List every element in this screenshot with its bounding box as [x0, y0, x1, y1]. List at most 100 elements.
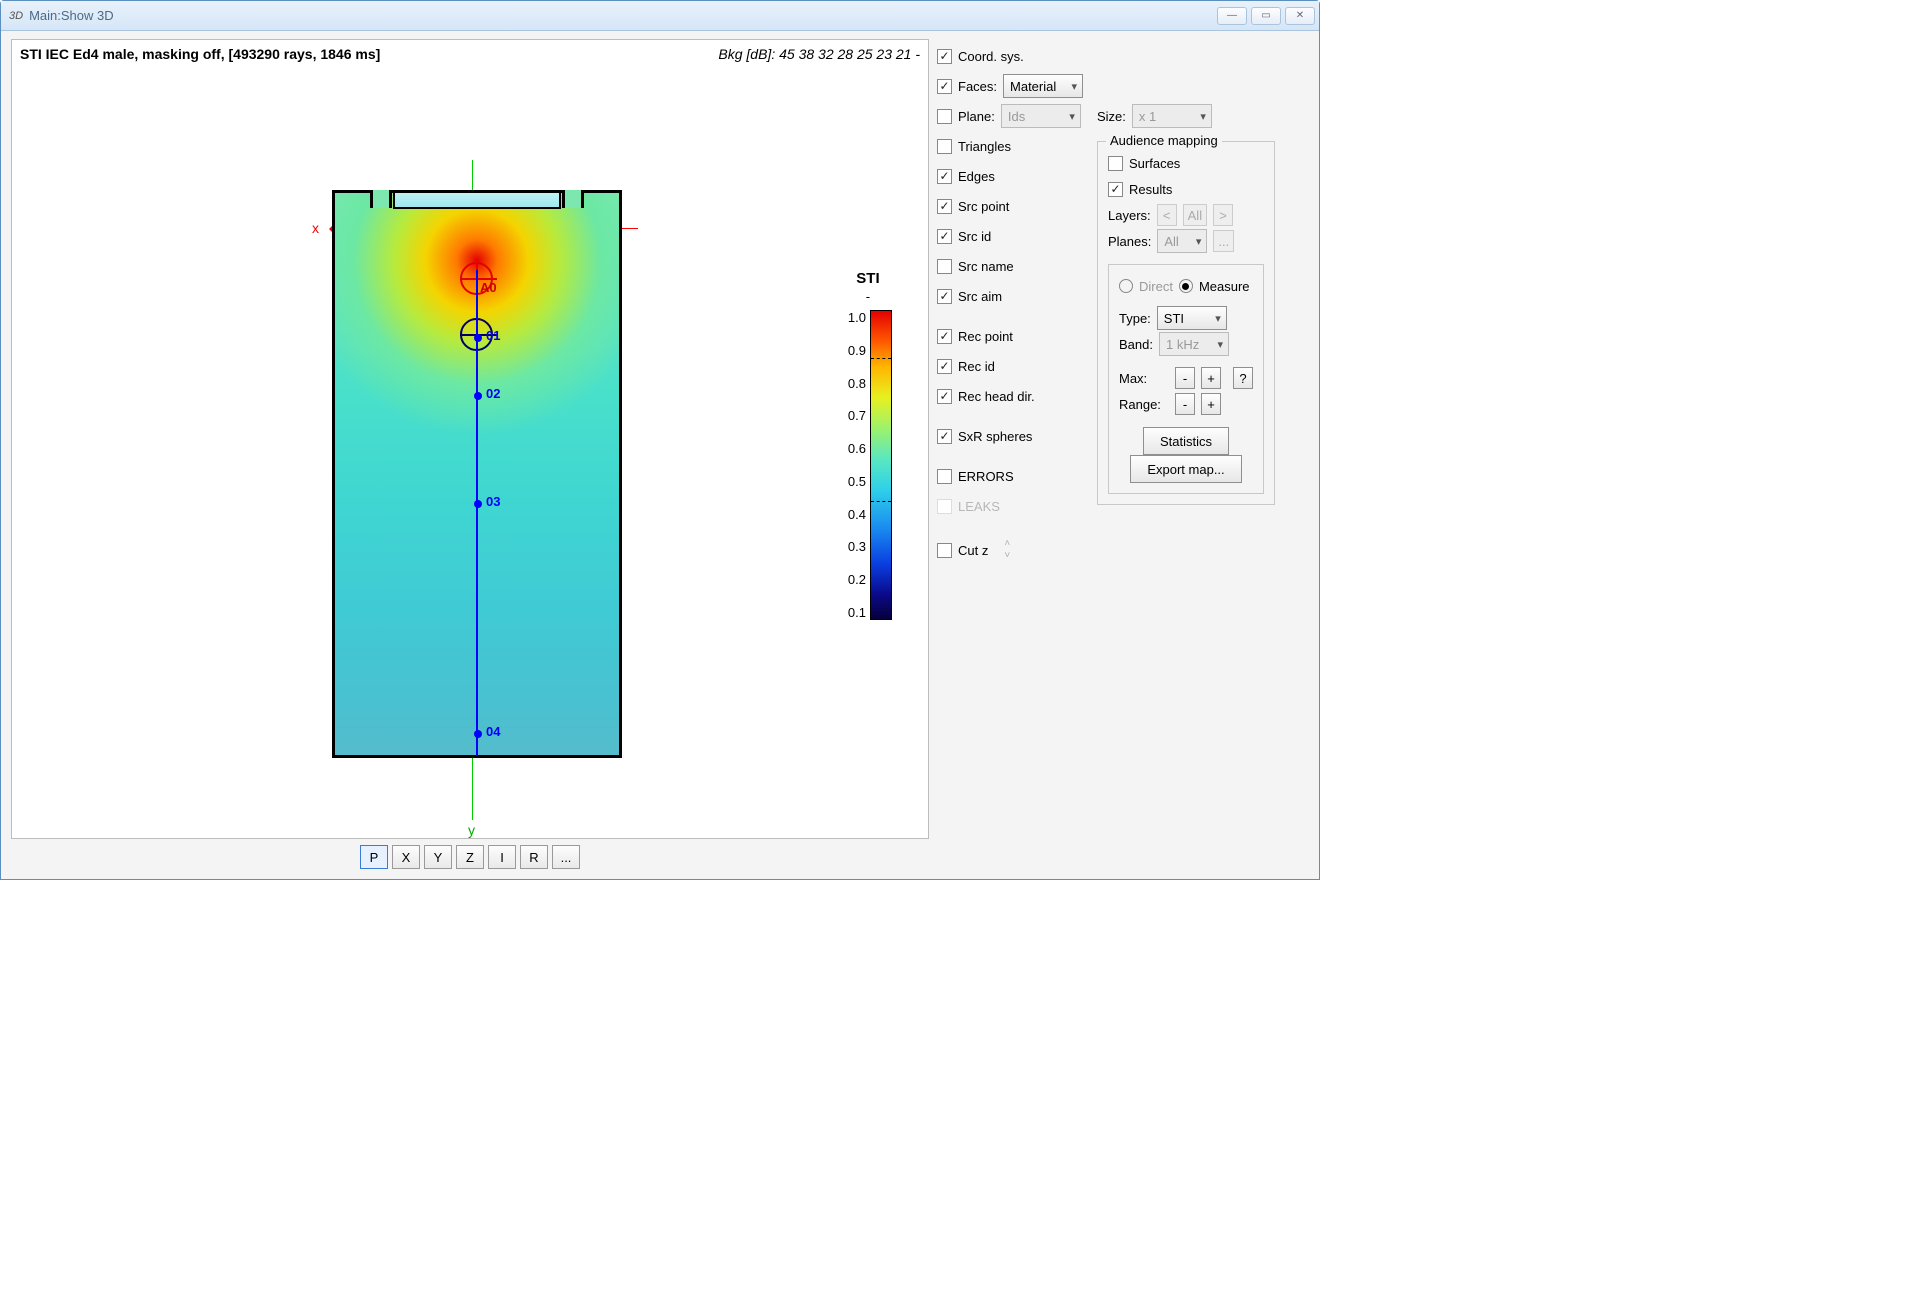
colorbar-tick: 0.5: [848, 474, 866, 489]
results-checkbox[interactable]: [1108, 182, 1123, 197]
audience-mapping-group: Audience mapping Surfaces Results Layers…: [1097, 141, 1275, 505]
colorbar-tick: 0.9: [848, 343, 866, 358]
range-plus-button[interactable]: +: [1201, 393, 1221, 415]
faces-select[interactable]: Material: [1003, 74, 1083, 98]
src-aim-checkbox[interactable]: [937, 289, 952, 304]
size-select: x 1: [1132, 104, 1212, 128]
type-label: Type:: [1119, 311, 1151, 326]
help-button[interactable]: ?: [1233, 367, 1253, 389]
cutz-stepper[interactable]: ˄ ˅: [1004, 539, 1010, 561]
plane-label: Plane:: [958, 109, 995, 124]
faces-value: Material: [1010, 79, 1056, 94]
sxr-label: SxR spheres: [958, 429, 1032, 444]
src-point-checkbox[interactable]: [937, 199, 952, 214]
view-button-x[interactable]: X: [392, 845, 420, 869]
layers-label: Layers:: [1108, 208, 1151, 223]
receiver-label-03: 03: [486, 494, 500, 509]
src-aim-label: Src aim: [958, 289, 1002, 304]
chevron-up-icon[interactable]: ˄: [1004, 539, 1010, 549]
receiver-line: 01 02 03 04: [476, 270, 478, 756]
receiver-point: [474, 392, 482, 400]
max-plus-button[interactable]: +: [1201, 367, 1221, 389]
max-minus-button[interactable]: -: [1175, 367, 1195, 389]
band-label: Band:: [1119, 337, 1153, 352]
layers-all-button: All: [1183, 204, 1207, 226]
mode-measure-radio[interactable]: [1179, 279, 1193, 293]
colorbar-tick: 0.6: [848, 441, 866, 456]
view-button-i[interactable]: I: [488, 845, 516, 869]
planes-label: Planes:: [1108, 234, 1151, 249]
room-notch-right: [562, 190, 584, 208]
mode-direct-radio[interactable]: [1119, 279, 1133, 293]
cutz-checkbox[interactable]: [937, 543, 952, 558]
surfaces-checkbox[interactable]: [1108, 156, 1123, 171]
range-label: Range:: [1119, 397, 1169, 412]
edges-checkbox[interactable]: [937, 169, 952, 184]
minimize-button[interactable]: —: [1217, 7, 1247, 25]
colorbar-tick: 0.8: [848, 376, 866, 391]
view-toolbar: P X Y Z I R ...: [11, 845, 929, 869]
range-minus-button[interactable]: -: [1175, 393, 1195, 415]
view-button-more[interactable]: ...: [552, 845, 580, 869]
receiver-point: [474, 500, 482, 508]
planes-more-button: ...: [1213, 230, 1234, 252]
close-button[interactable]: ✕: [1285, 7, 1315, 25]
rec-head-checkbox[interactable]: [937, 389, 952, 404]
audience-mapping-legend: Audience mapping: [1106, 133, 1222, 148]
rec-id-label: Rec id: [958, 359, 995, 374]
axis-x-label: x: [312, 220, 319, 236]
view-button-y[interactable]: Y: [424, 845, 452, 869]
window-title: Main:Show 3D: [29, 8, 1213, 23]
receiver-label-04: 04: [486, 724, 500, 739]
colorbar-title: STI: [856, 270, 879, 287]
rec-id-checkbox[interactable]: [937, 359, 952, 374]
leaks-checkbox: [937, 499, 952, 514]
errors-checkbox[interactable]: [937, 469, 952, 484]
colorbar-labels: 1.0 0.9 0.8 0.7 0.6 0.5 0.4 0.3 0.2 0.1: [844, 310, 870, 620]
room-top-bar: [393, 193, 561, 209]
colorbar: STI - 1.0 0.9 0.8 0.7 0.6 0.5 0.4 0.3 0.: [844, 270, 892, 620]
planes-select: All: [1157, 229, 1207, 253]
src-id-checkbox[interactable]: [937, 229, 952, 244]
axis-y-label: y: [468, 822, 475, 838]
mode-direct-label: Direct: [1139, 279, 1173, 294]
src-name-checkbox[interactable]: [937, 259, 952, 274]
triangles-checkbox[interactable]: [937, 139, 952, 154]
band-select: 1 kHz: [1159, 332, 1229, 356]
type-select[interactable]: STI: [1157, 306, 1227, 330]
content-area: STI IEC Ed4 male, masking off, [493290 r…: [1, 31, 1319, 879]
view-button-z[interactable]: Z: [456, 845, 484, 869]
coord-sys-checkbox[interactable]: [937, 49, 952, 64]
type-value: STI: [1164, 311, 1184, 326]
statistics-button[interactable]: Statistics: [1143, 427, 1229, 455]
colorbar-tick: 0.4: [848, 507, 866, 522]
main-window: 3D Main:Show 3D — ▭ ✕ STI IEC Ed4 male, …: [0, 0, 1320, 880]
rec-point-label: Rec point: [958, 329, 1013, 344]
viewport-3d[interactable]: STI IEC Ed4 male, masking off, [493290 r…: [11, 39, 929, 839]
export-map-button[interactable]: Export map...: [1130, 455, 1241, 483]
view-button-p[interactable]: P: [360, 845, 388, 869]
plane-checkbox[interactable]: [937, 109, 952, 124]
colorbar-gradient: [870, 310, 892, 620]
size-value: x 1: [1139, 109, 1156, 124]
colorbar-tick: 0.7: [848, 408, 866, 423]
src-point-label: Src point: [958, 199, 1009, 214]
maximize-button[interactable]: ▭: [1251, 7, 1281, 25]
rec-point-checkbox[interactable]: [937, 329, 952, 344]
results-label: Results: [1129, 182, 1172, 197]
faces-label: Faces:: [958, 79, 997, 94]
view-bkg: Bkg [dB]: 45 38 32 28 25 23 21 -: [718, 46, 920, 62]
sxr-checkbox[interactable]: [937, 429, 952, 444]
room-notch-left: [370, 190, 392, 208]
surfaces-label: Surfaces: [1129, 156, 1180, 171]
edges-label: Edges: [958, 169, 995, 184]
max-label: Max:: [1119, 371, 1169, 386]
faces-checkbox[interactable]: [937, 79, 952, 94]
receiver-point: [474, 730, 482, 738]
measure-subgroup: Direct Measure Type: STI Band: 1 kHz Max…: [1108, 264, 1264, 494]
plane-value: Ids: [1008, 109, 1025, 124]
side-panel: Coord. sys. Faces: Material Plane: Ids T…: [937, 39, 1309, 869]
layers-next-button: >: [1213, 204, 1233, 226]
view-button-r[interactable]: R: [520, 845, 548, 869]
chevron-down-icon[interactable]: ˅: [1004, 551, 1010, 561]
